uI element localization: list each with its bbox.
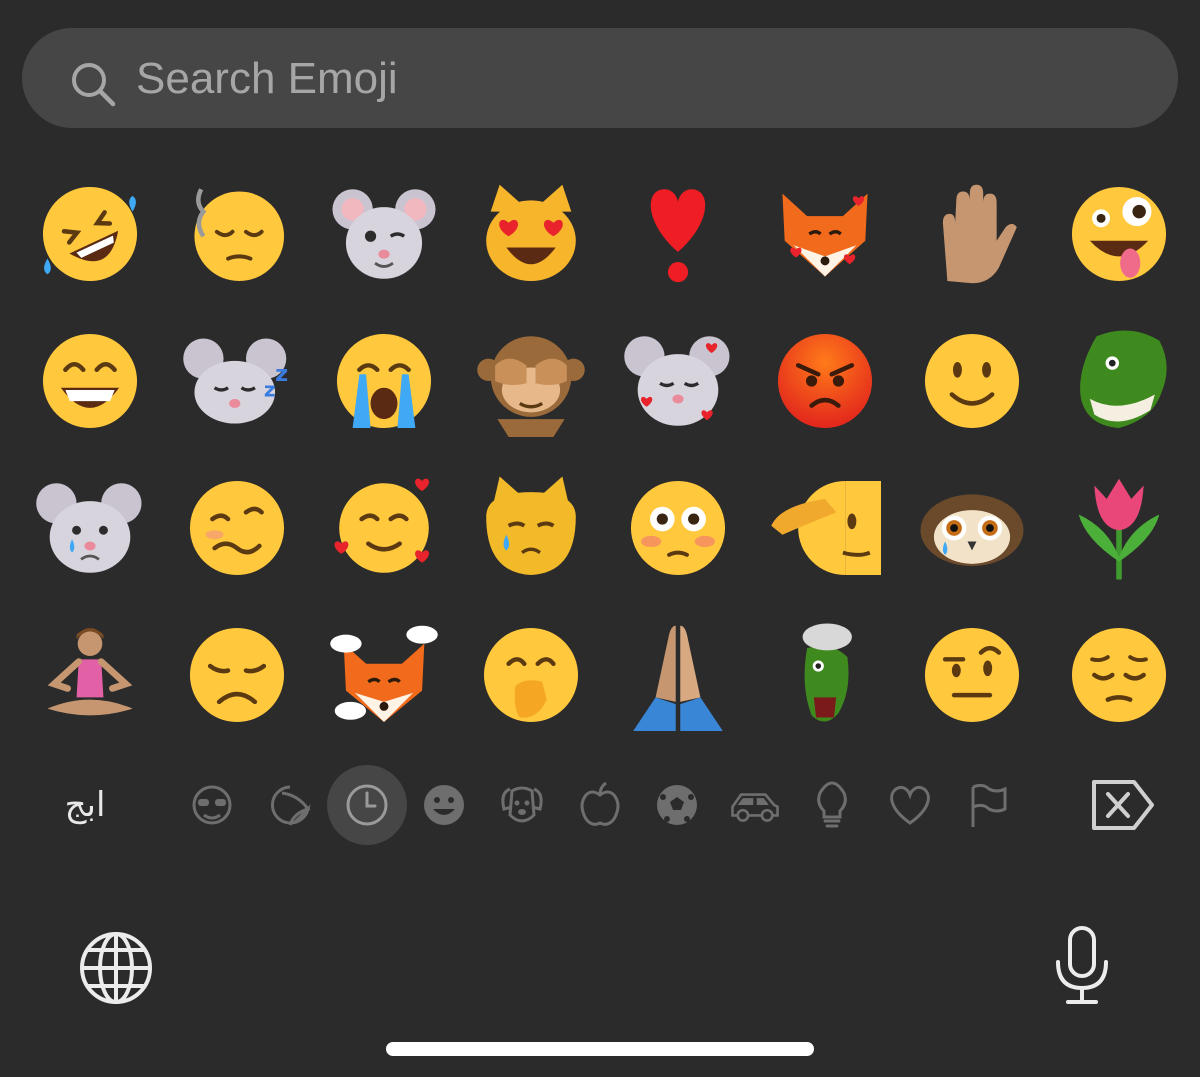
emoji-owl-memoji-crying[interactable] [898, 454, 1045, 601]
category-bar: ابج [0, 760, 1200, 850]
emoji-loudly-crying-face[interactable] [310, 307, 457, 454]
home-indicator[interactable] [386, 1042, 814, 1056]
globe-icon[interactable] [78, 930, 154, 1006]
emoji-woozy-face[interactable] [163, 454, 310, 601]
emoji-beaming-face[interactable] [16, 307, 163, 454]
heart-icon[interactable] [870, 765, 950, 845]
search-bar[interactable] [22, 28, 1178, 128]
emoji-mouse-memoji-wink[interactable] [310, 160, 457, 307]
emoji-folded-hands[interactable] [604, 601, 751, 748]
emoji-mouse-memoji-sleeping[interactable]: z z [163, 307, 310, 454]
clock-icon[interactable] [327, 765, 407, 845]
search-input[interactable] [134, 46, 1138, 112]
emoji-fox-memoji-clouds[interactable] [310, 601, 457, 748]
emoji-saluting-face[interactable] [751, 454, 898, 601]
abc-switch-button[interactable]: ابج [40, 778, 130, 832]
emoji-angry-face[interactable] [751, 307, 898, 454]
emoji-tulip[interactable] [1045, 454, 1192, 601]
emoji-face-exhaling[interactable] [163, 160, 310, 307]
sticker-icon[interactable] [250, 765, 330, 845]
emoji-slightly-smiling-face[interactable] [898, 307, 1045, 454]
soccer-ball-icon[interactable] [637, 765, 717, 845]
memoji-icon[interactable] [172, 765, 252, 845]
emoji-mouse-memoji-crying[interactable] [16, 454, 163, 601]
emoji-fox-memoji-hearts[interactable] [751, 160, 898, 307]
emoji-raised-hand[interactable] [898, 160, 1045, 307]
emoji-pensive-face[interactable] [1045, 601, 1192, 748]
emoji-face-with-raised-eyebrow[interactable] [898, 601, 1045, 748]
smiley-icon[interactable] [404, 765, 484, 845]
emoji-crying-cat[interactable] [457, 454, 604, 601]
emoji-smiling-cat-heart-eyes[interactable] [457, 160, 604, 307]
car-icon[interactable] [715, 765, 795, 845]
emoji-flushed-face[interactable] [604, 454, 751, 601]
emoji-see-no-evil-monkey[interactable] [457, 307, 604, 454]
emoji-face-with-hand-over-mouth[interactable] [457, 601, 604, 748]
svg-text:z: z [263, 377, 275, 401]
emoji-t-rex-memoji[interactable] [1045, 307, 1192, 454]
emoji-disappointed-face[interactable] [163, 601, 310, 748]
emoji-t-rex-memoji-mind-blown[interactable] [751, 601, 898, 748]
emoji-rolling-on-floor-laughing[interactable] [16, 160, 163, 307]
emoji-person-in-lotus-position[interactable] [16, 601, 163, 748]
emoji-mouse-memoji-hearts[interactable] [604, 307, 751, 454]
svg-text:z: z [275, 361, 288, 387]
emoji-zany-face[interactable] [1045, 160, 1192, 307]
emoji-smiling-face-with-hearts[interactable] [310, 454, 457, 601]
lightbulb-icon[interactable] [792, 765, 872, 845]
dog-icon[interactable] [482, 765, 562, 845]
flag-icon[interactable] [947, 765, 1027, 845]
emoji-grid: z z [16, 160, 1192, 750]
emoji-heart-exclamation[interactable] [604, 160, 751, 307]
apple-icon[interactable] [560, 765, 640, 845]
delete-icon[interactable] [1090, 776, 1154, 834]
microphone-icon[interactable] [1050, 924, 1114, 1008]
